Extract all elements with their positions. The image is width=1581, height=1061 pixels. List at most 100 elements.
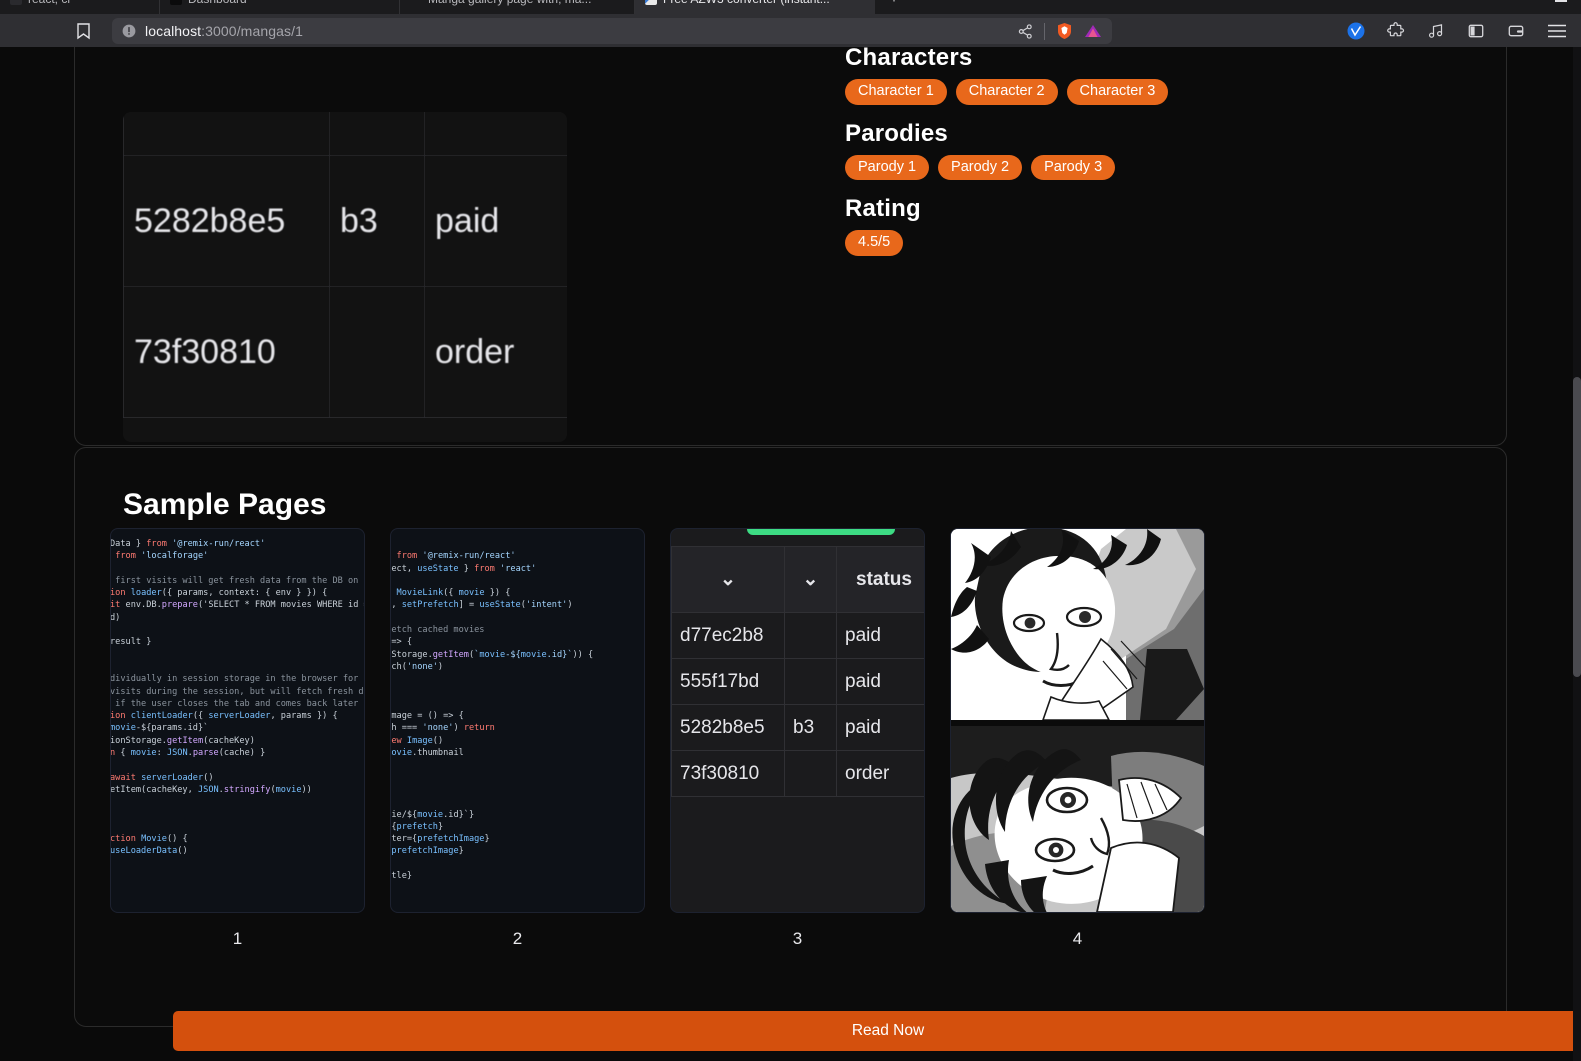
code-line: etItem(cacheKey, JSON.stringify(movie)) xyxy=(110,784,312,795)
browser-tab-3[interactable]: Manga gallery page with, ma... xyxy=(400,0,635,14)
menu-icon[interactable] xyxy=(1547,23,1567,39)
cover-cell-mid xyxy=(329,286,425,418)
info-circle-icon[interactable] xyxy=(122,24,136,38)
sample-page-thumbnail-4[interactable] xyxy=(950,528,1205,913)
table-row: 5282b8e5 b3 paid xyxy=(123,155,567,287)
sample-page-thumbnail-2[interactable]: } from '@remix-run/react'ffect, useState… xyxy=(390,528,645,913)
code-line: ffect, useState } from 'react' xyxy=(391,563,537,574)
orders-table: ⌄ ⌄ status d77ec2b8 paid 555f17bd paid 5… xyxy=(671,546,924,797)
read-now-button[interactable]: Read Now xyxy=(173,1011,1581,1051)
cell-id: 555f17bd xyxy=(671,658,785,705)
code-screenshot: } from '@remix-run/react'ffect, useState… xyxy=(390,529,644,882)
new-tab-button[interactable]: + xyxy=(879,0,909,14)
address-bar[interactable]: localhost:3000/mangas/1 xyxy=(112,18,1112,44)
tab-label: Dashboard xyxy=(188,0,247,6)
code-line: ) => { xyxy=(391,637,413,648)
table-row: 555f17bd paid xyxy=(671,658,924,705)
brave-shield-icon[interactable] xyxy=(1056,22,1073,40)
code-line: ion loader({ params, context: { env } })… xyxy=(110,588,328,599)
browser-tab-2[interactable]: Dashboard xyxy=(160,0,400,14)
scrollbar-thumb[interactable] xyxy=(1573,377,1581,677)
details-right-column: Characters Character 1 Character 2 Chara… xyxy=(845,47,1445,271)
sample-page-item[interactable]: Data } from '@remix-run/react' from 'loc… xyxy=(110,528,365,949)
character-pill[interactable]: Character 2 xyxy=(955,79,1058,105)
parody-pill[interactable]: Parody 3 xyxy=(1031,154,1116,180)
code-line: dividually in session storage in the bro… xyxy=(110,674,365,685)
vercel-triangle-icon[interactable] xyxy=(1084,23,1102,39)
sample-page-item[interactable]: } from '@remix-run/react'ffect, useState… xyxy=(390,528,645,949)
share-icon[interactable] xyxy=(1018,23,1033,39)
tab-strip: react, ci Dashboard Manga gallery page w… xyxy=(0,0,1581,14)
column-header-status[interactable]: status xyxy=(836,546,924,613)
manga-panel-bottom xyxy=(951,726,1204,912)
code-line: d) xyxy=(110,612,121,623)
sample-pages-card: Sample Pages Data } from '@remix-run/rea… xyxy=(74,447,1581,1051)
cell-status: paid xyxy=(836,612,924,659)
code-line: ction Movie() { xyxy=(110,834,188,845)
character-pill[interactable]: Character 1 xyxy=(845,79,947,105)
brave-vpn-icon[interactable] xyxy=(1347,22,1365,40)
code-line: Enter={prefetchImage} xyxy=(391,834,490,845)
code-line: ionStorage.getItem(cacheKey) xyxy=(110,735,255,746)
sample-page-number: 4 xyxy=(1072,929,1083,948)
wallet-icon[interactable] xyxy=(1507,22,1525,40)
code-line: on MovieLink({ movie }) { xyxy=(391,588,511,599)
cover-cell-status: paid xyxy=(424,155,567,287)
cell-status: paid xyxy=(836,704,924,751)
character-pill[interactable]: Character 3 xyxy=(1066,79,1169,105)
sample-pages-grid: Data } from '@remix-run/react' from 'loc… xyxy=(110,528,1480,949)
code-line: visits during the session, but will fetc… xyxy=(110,686,365,697)
divider xyxy=(1044,22,1045,40)
manga-art-bottom xyxy=(951,726,1204,912)
parody-pill[interactable]: Parody 1 xyxy=(845,154,930,180)
code-line: await serverLoader() xyxy=(110,772,214,783)
code-line: useLoaderData() xyxy=(110,846,188,857)
chevron-down-icon[interactable]: ⌄ xyxy=(671,546,785,613)
page-scrollbar[interactable] xyxy=(1573,47,1581,1061)
code-line: if the user closes the tab and comes bac… xyxy=(110,698,359,709)
tab-label: Manga gallery page with, ma... xyxy=(428,0,591,6)
extensions-puzzle-icon[interactable] xyxy=(1387,22,1405,40)
browser-tab-4[interactable]: Free AZW3 converter (instant... xyxy=(635,0,875,14)
table-row: b55h1bd paid xyxy=(123,112,567,156)
brave-playlist-icon[interactable] xyxy=(1427,22,1445,40)
code-line: h={prefetch} xyxy=(391,821,444,832)
browser-chrome: react, ci Dashboard Manga gallery page w… xyxy=(0,0,1581,48)
cover-cell-id: 5282b8e5 xyxy=(123,155,330,287)
browser-navbar: localhost:3000/mangas/1 xyxy=(0,14,1581,48)
window-controls[interactable] xyxy=(1521,0,1567,2)
code-line: ={prefetchImage} xyxy=(391,846,464,857)
sample-page-number: 3 xyxy=(792,929,803,948)
code-line: n { movie: JSON.parse(cache) } xyxy=(110,748,266,759)
browser-tab-1[interactable]: react, ci xyxy=(0,0,160,14)
tab-label: react, ci xyxy=(28,0,70,6)
maximize-icon[interactable] xyxy=(1555,0,1567,2)
sample-page-thumbnail-3[interactable]: ⌄ ⌄ status d77ec2b8 paid 555f17bd paid 5… xyxy=(670,528,925,913)
bookmark-icon[interactable] xyxy=(68,18,98,44)
cover-cell-mid xyxy=(329,112,425,156)
address-bar-actions xyxy=(1018,22,1102,40)
parody-pill[interactable]: Parody 2 xyxy=(938,154,1023,180)
cell-mid xyxy=(784,750,837,797)
chevron-down-icon[interactable]: ⌄ xyxy=(784,546,837,613)
sidebar-icon[interactable] xyxy=(1467,22,1485,40)
cell-status: paid xyxy=(836,658,924,705)
characters-pill-row: Character 1 Character 2 Character 3 xyxy=(845,79,1445,105)
cell-mid xyxy=(784,658,837,705)
sample-page-number: 1 xyxy=(232,929,243,948)
code-line: hImage = () => { xyxy=(391,711,464,722)
sample-page-thumbnail-1[interactable]: Data } from '@remix-run/react' from 'loc… xyxy=(110,528,365,913)
sample-page-item[interactable]: ⌄ ⌄ status d77ec2b8 paid 555f17bd paid 5… xyxy=(670,528,925,949)
cover-image: b55h1bd paid 5282b8e5 b3 paid 73f30810 xyxy=(123,112,567,442)
code-line: efetch cached movies xyxy=(390,625,485,636)
sample-page-item[interactable]: 4 xyxy=(950,528,1205,949)
rating-pill-row: 4.5/5 xyxy=(845,230,1445,256)
